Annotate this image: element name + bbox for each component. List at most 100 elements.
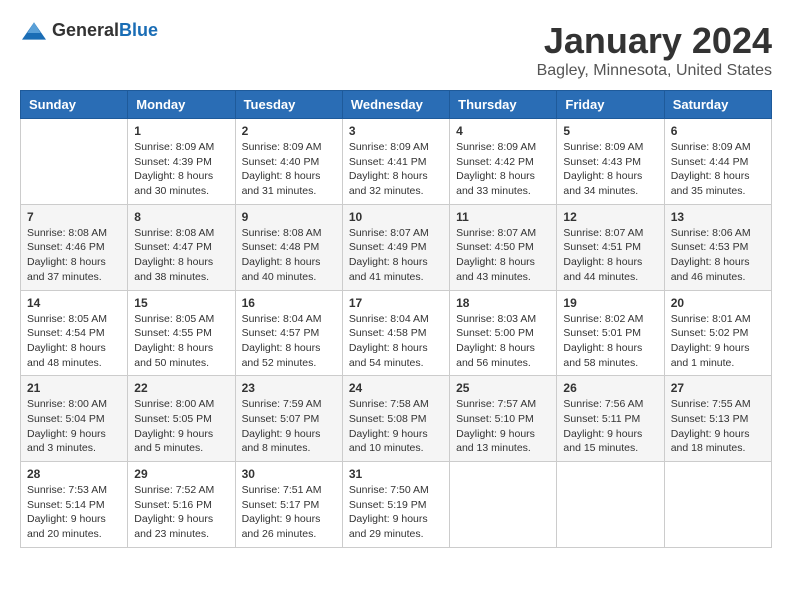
calendar-cell: 16 Sunrise: 8:04 AM Sunset: 4:57 PM Dayli…: [235, 290, 342, 376]
day-number: 11: [456, 210, 550, 224]
calendar-cell: 19 Sunrise: 8:02 AM Sunset: 5:01 PM Dayli…: [557, 290, 664, 376]
calendar-cell: 27 Sunrise: 7:55 AM Sunset: 5:13 PM Dayli…: [664, 376, 771, 462]
day-info: Sunrise: 8:06 AM Sunset: 4:53 PM Dayligh…: [671, 226, 765, 285]
weekday-header-wednesday: Wednesday: [342, 91, 449, 119]
day-info: Sunrise: 7:57 AM Sunset: 5:10 PM Dayligh…: [456, 397, 550, 456]
day-info: Sunrise: 7:50 AM Sunset: 5:19 PM Dayligh…: [349, 483, 443, 542]
day-info: Sunrise: 7:52 AM Sunset: 5:16 PM Dayligh…: [134, 483, 228, 542]
day-info: Sunrise: 8:08 AM Sunset: 4:47 PM Dayligh…: [134, 226, 228, 285]
day-info: Sunrise: 8:03 AM Sunset: 5:00 PM Dayligh…: [456, 312, 550, 371]
logo-general: General: [52, 20, 119, 40]
calendar-cell: 4 Sunrise: 8:09 AM Sunset: 4:42 PM Daylig…: [450, 119, 557, 205]
calendar-table: SundayMondayTuesdayWednesdayThursdayFrid…: [20, 90, 772, 548]
day-info: Sunrise: 8:07 AM Sunset: 4:51 PM Dayligh…: [563, 226, 657, 285]
calendar-cell: 30 Sunrise: 7:51 AM Sunset: 5:17 PM Dayli…: [235, 462, 342, 548]
calendar-cell: [664, 462, 771, 548]
day-number: 8: [134, 210, 228, 224]
day-number: 31: [349, 467, 443, 481]
calendar-cell: 31 Sunrise: 7:50 AM Sunset: 5:19 PM Dayli…: [342, 462, 449, 548]
day-info: Sunrise: 7:58 AM Sunset: 5:08 PM Dayligh…: [349, 397, 443, 456]
day-info: Sunrise: 7:59 AM Sunset: 5:07 PM Dayligh…: [242, 397, 336, 456]
weekday-header-row: SundayMondayTuesdayWednesdayThursdayFrid…: [21, 91, 772, 119]
calendar-cell: 14 Sunrise: 8:05 AM Sunset: 4:54 PM Dayli…: [21, 290, 128, 376]
calendar-cell: 1 Sunrise: 8:09 AM Sunset: 4:39 PM Daylig…: [128, 119, 235, 205]
day-number: 3: [349, 124, 443, 138]
calendar-cell: 8 Sunrise: 8:08 AM Sunset: 4:47 PM Daylig…: [128, 204, 235, 290]
calendar-cell: 29 Sunrise: 7:52 AM Sunset: 5:16 PM Dayli…: [128, 462, 235, 548]
day-info: Sunrise: 8:08 AM Sunset: 4:48 PM Dayligh…: [242, 226, 336, 285]
day-number: 1: [134, 124, 228, 138]
calendar-cell: 13Sunrise: 8:06 AM Sunset: 4:53 PM Dayli…: [664, 204, 771, 290]
day-info: Sunrise: 8:09 AM Sunset: 4:43 PM Dayligh…: [563, 140, 657, 199]
day-info: Sunrise: 8:02 AM Sunset: 5:01 PM Dayligh…: [563, 312, 657, 371]
day-number: 19: [563, 296, 657, 310]
day-info: Sunrise: 7:51 AM Sunset: 5:17 PM Dayligh…: [242, 483, 336, 542]
day-number: 25: [456, 381, 550, 395]
day-info: Sunrise: 8:00 AM Sunset: 5:04 PM Dayligh…: [27, 397, 121, 456]
calendar-cell: 6 Sunrise: 8:09 AM Sunset: 4:44 PM Daylig…: [664, 119, 771, 205]
calendar-cell: 11 Sunrise: 8:07 AM Sunset: 4:50 PM Dayli…: [450, 204, 557, 290]
calendar-cell: 3 Sunrise: 8:09 AM Sunset: 4:41 PM Daylig…: [342, 119, 449, 205]
day-info: Sunrise: 8:09 AM Sunset: 4:44 PM Dayligh…: [671, 140, 765, 199]
logo-blue: Blue: [119, 20, 158, 40]
calendar-cell: 10 Sunrise: 8:07 AM Sunset: 4:49 PM Dayli…: [342, 204, 449, 290]
day-number: 9: [242, 210, 336, 224]
day-info: Sunrise: 8:04 AM Sunset: 4:58 PM Dayligh…: [349, 312, 443, 371]
day-number: 23: [242, 381, 336, 395]
day-number: 6: [671, 124, 765, 138]
day-info: Sunrise: 7:55 AM Sunset: 5:13 PM Dayligh…: [671, 397, 765, 456]
calendar-week-row: 14 Sunrise: 8:05 AM Sunset: 4:54 PM Dayli…: [21, 290, 772, 376]
weekday-header-tuesday: Tuesday: [235, 91, 342, 119]
day-number: 20: [671, 296, 765, 310]
day-number: 10: [349, 210, 443, 224]
calendar-week-row: 28Sunrise: 7:53 AM Sunset: 5:14 PM Dayli…: [21, 462, 772, 548]
page-header: GeneralBlue January 2024 Bagley, Minneso…: [20, 20, 772, 80]
day-number: 17: [349, 296, 443, 310]
day-number: 14: [27, 296, 121, 310]
day-number: 29: [134, 467, 228, 481]
day-number: 18: [456, 296, 550, 310]
day-info: Sunrise: 8:09 AM Sunset: 4:42 PM Dayligh…: [456, 140, 550, 199]
calendar-cell: 21Sunrise: 8:00 AM Sunset: 5:04 PM Dayli…: [21, 376, 128, 462]
location-title: Bagley, Minnesota, United States: [537, 62, 772, 80]
calendar-cell: 5 Sunrise: 8:09 AM Sunset: 4:43 PM Daylig…: [557, 119, 664, 205]
day-number: 15: [134, 296, 228, 310]
calendar-cell: 26Sunrise: 7:56 AM Sunset: 5:11 PM Dayli…: [557, 376, 664, 462]
day-info: Sunrise: 8:04 AM Sunset: 4:57 PM Dayligh…: [242, 312, 336, 371]
calendar-cell: [557, 462, 664, 548]
weekday-header-sunday: Sunday: [21, 91, 128, 119]
logo-icon: [20, 21, 48, 41]
title-area: January 2024 Bagley, Minnesota, United S…: [537, 20, 772, 80]
calendar-week-row: 1 Sunrise: 8:09 AM Sunset: 4:39 PM Daylig…: [21, 119, 772, 205]
weekday-header-saturday: Saturday: [664, 91, 771, 119]
day-info: Sunrise: 8:07 AM Sunset: 4:50 PM Dayligh…: [456, 226, 550, 285]
calendar-week-row: 7 Sunrise: 8:08 AM Sunset: 4:46 PM Daylig…: [21, 204, 772, 290]
day-info: Sunrise: 8:08 AM Sunset: 4:46 PM Dayligh…: [27, 226, 121, 285]
calendar-cell: 2Sunrise: 8:09 AM Sunset: 4:40 PM Daylig…: [235, 119, 342, 205]
day-info: Sunrise: 7:56 AM Sunset: 5:11 PM Dayligh…: [563, 397, 657, 456]
calendar-cell: [21, 119, 128, 205]
day-number: 27: [671, 381, 765, 395]
day-info: Sunrise: 8:00 AM Sunset: 5:05 PM Dayligh…: [134, 397, 228, 456]
calendar-cell: 23 Sunrise: 7:59 AM Sunset: 5:07 PM Dayli…: [235, 376, 342, 462]
weekday-header-friday: Friday: [557, 91, 664, 119]
calendar-cell: 28Sunrise: 7:53 AM Sunset: 5:14 PM Dayli…: [21, 462, 128, 548]
day-info: Sunrise: 8:09 AM Sunset: 4:41 PM Dayligh…: [349, 140, 443, 199]
day-info: Sunrise: 8:01 AM Sunset: 5:02 PM Dayligh…: [671, 312, 765, 371]
day-info: Sunrise: 8:05 AM Sunset: 4:54 PM Dayligh…: [27, 312, 121, 371]
day-info: Sunrise: 8:07 AM Sunset: 4:49 PM Dayligh…: [349, 226, 443, 285]
day-number: 12: [563, 210, 657, 224]
day-info: Sunrise: 7:53 AM Sunset: 5:14 PM Dayligh…: [27, 483, 121, 542]
calendar-cell: 15Sunrise: 8:05 AM Sunset: 4:55 PM Dayli…: [128, 290, 235, 376]
day-info: Sunrise: 8:09 AM Sunset: 4:39 PM Dayligh…: [134, 140, 228, 199]
calendar-cell: 7 Sunrise: 8:08 AM Sunset: 4:46 PM Daylig…: [21, 204, 128, 290]
day-number: 4: [456, 124, 550, 138]
day-number: 24: [349, 381, 443, 395]
day-number: 16: [242, 296, 336, 310]
calendar-cell: 22Sunrise: 8:00 AM Sunset: 5:05 PM Dayli…: [128, 376, 235, 462]
day-info: Sunrise: 8:09 AM Sunset: 4:40 PM Dayligh…: [242, 140, 336, 199]
day-number: 30: [242, 467, 336, 481]
weekday-header-thursday: Thursday: [450, 91, 557, 119]
day-number: 7: [27, 210, 121, 224]
day-number: 5: [563, 124, 657, 138]
